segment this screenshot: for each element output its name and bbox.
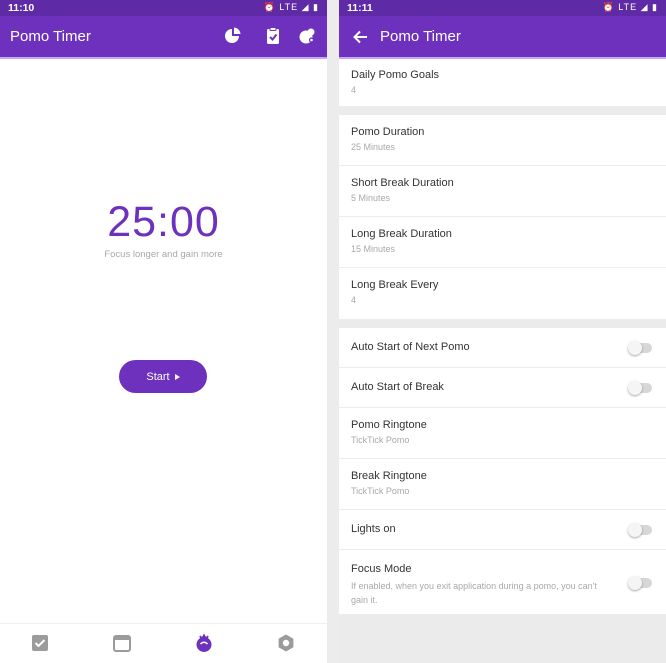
timer-display: 25:00 bbox=[107, 198, 220, 246]
setting-long-break-every[interactable]: Long Break Every 4 bbox=[339, 268, 666, 320]
statistics-pie-icon[interactable] bbox=[223, 26, 243, 46]
setting-title: Focus Mode bbox=[351, 563, 412, 575]
app-bar: Pomo Timer bbox=[339, 16, 666, 57]
setting-title: Daily Pomo Goals bbox=[351, 69, 440, 81]
setting-break-ringtone[interactable]: Break Ringtone TickTick Pomo bbox=[339, 459, 666, 510]
pomo-settings-screen: 11:11 ⏰ LTE ◢ ▮ Pomo Timer Daily Pomo Go… bbox=[339, 0, 666, 663]
bottom-navigation bbox=[0, 623, 327, 663]
setting-value: TickTick Pomo bbox=[351, 486, 410, 496]
setting-auto-start-break[interactable]: Auto Start of Break bbox=[339, 368, 666, 408]
timer-screen: 11:10 ⏰ LTE ◢ ▮ Pomo Timer 25:00 Focus l… bbox=[0, 0, 327, 663]
setting-daily-pomo-goals[interactable]: Daily Pomo Goals 4 bbox=[339, 59, 666, 107]
back-arrow-icon[interactable] bbox=[351, 27, 371, 47]
setting-value: 25 Minutes bbox=[351, 142, 396, 152]
setting-long-break-duration[interactable]: Long Break Duration 15 Minutes bbox=[339, 217, 666, 268]
setting-title: Pomo Duration bbox=[351, 126, 425, 138]
setting-title: Break Ringtone bbox=[351, 470, 427, 482]
page-title: Pomo Timer bbox=[380, 28, 461, 45]
start-button[interactable]: Start bbox=[119, 360, 207, 393]
status-bar: 11:11 ⏰ LTE ◢ ▮ bbox=[339, 0, 666, 16]
app-bar: Pomo Timer bbox=[0, 16, 327, 57]
setting-title: Short Break Duration bbox=[351, 177, 454, 189]
setting-title: Long Break Every bbox=[351, 279, 439, 291]
timer-subtitle: Focus longer and gain more bbox=[104, 249, 223, 260]
task-clipboard-icon[interactable] bbox=[263, 26, 283, 46]
setting-title: Auto Start of Break bbox=[351, 381, 444, 393]
setting-short-break-duration[interactable]: Short Break Duration 5 Minutes bbox=[339, 166, 666, 217]
setting-focus-mode[interactable]: Focus Mode If enabled, when you exit app… bbox=[339, 550, 666, 615]
setting-lights-on[interactable]: Lights on bbox=[339, 510, 666, 550]
auto-break-toggle[interactable] bbox=[628, 381, 652, 395]
setting-value: 5 Minutes bbox=[351, 193, 391, 203]
setting-title: Auto Start of Next Pomo bbox=[351, 341, 470, 353]
setting-pomo-duration[interactable]: Pomo Duration 25 Minutes bbox=[339, 115, 666, 166]
section-divider bbox=[339, 107, 666, 115]
setting-value: 15 Minutes bbox=[351, 244, 396, 254]
status-time: 11:10 bbox=[8, 2, 35, 14]
section-divider bbox=[339, 320, 666, 328]
setting-value: TickTick Pomo bbox=[351, 435, 410, 445]
setting-value: 4 bbox=[351, 85, 357, 95]
lights-on-toggle[interactable] bbox=[628, 523, 652, 537]
start-button-label: Start bbox=[146, 370, 170, 383]
setting-description: If enabled, when you exit application du… bbox=[351, 581, 597, 605]
setting-title: Lights on bbox=[351, 523, 396, 535]
setting-value: 4 bbox=[351, 295, 357, 305]
settings-list: Daily Pomo Goals 4 Pomo Duration 25 Minu… bbox=[339, 59, 666, 615]
setting-pomo-ringtone[interactable]: Pomo Ringtone TickTick Pomo bbox=[339, 408, 666, 459]
status-icons: ⏰ LTE ◢ ▮ bbox=[263, 2, 319, 12]
white-noise-icon[interactable] bbox=[297, 26, 317, 46]
status-bar: 11:10 ⏰ LTE ◢ ▮ bbox=[0, 0, 327, 16]
task-checkbox-icon[interactable] bbox=[30, 633, 50, 653]
page-title: Pomo Timer bbox=[10, 28, 91, 45]
pomo-timer-icon[interactable] bbox=[194, 633, 214, 653]
auto-next-pomo-toggle[interactable] bbox=[628, 341, 652, 355]
setting-title: Pomo Ringtone bbox=[351, 419, 427, 431]
appbar-divider bbox=[0, 57, 327, 59]
status-icons: ⏰ LTE ◢ ▮ bbox=[602, 2, 658, 12]
calendar-icon[interactable] bbox=[112, 633, 132, 653]
setting-auto-start-next-pomo[interactable]: Auto Start of Next Pomo bbox=[339, 328, 666, 368]
settings-gear-icon[interactable] bbox=[276, 633, 296, 653]
play-icon bbox=[174, 373, 180, 380]
status-time: 11:11 bbox=[347, 2, 373, 14]
setting-title: Long Break Duration bbox=[351, 228, 452, 240]
focus-mode-toggle[interactable] bbox=[628, 576, 652, 590]
